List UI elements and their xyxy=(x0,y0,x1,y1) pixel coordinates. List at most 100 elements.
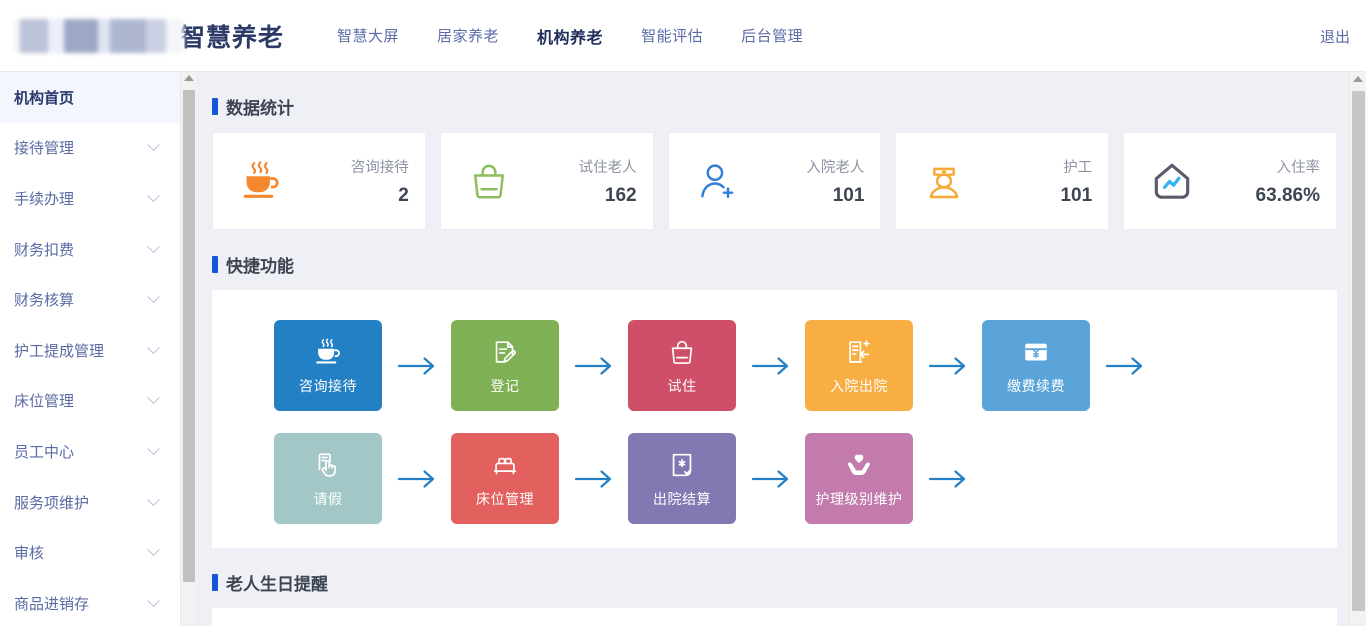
nav-item-smart-assessment[interactable]: 智能评估 xyxy=(622,25,722,46)
quick-tile-0-2[interactable]: 试住 xyxy=(628,320,736,411)
payment-card-icon xyxy=(1021,335,1051,369)
user-add-icon xyxy=(691,155,743,207)
document-edit-icon xyxy=(490,335,520,369)
sidebar-item-9[interactable]: 审核 xyxy=(0,527,180,578)
nav-item-institutional-care[interactable]: 机构养老 xyxy=(518,24,622,48)
scroll-up-arrow-icon[interactable] xyxy=(1353,76,1363,82)
quick-tile-label: 入院出院 xyxy=(830,378,888,394)
stat-card-2[interactable]: 入院老人 101 xyxy=(667,132,882,230)
stats-title-text: 数据统计 xyxy=(226,99,294,118)
coffee-cup-icon xyxy=(313,335,343,369)
app-header: 智慧养老 智慧大屏 居家养老 机构养老 智能评估 后台管理 退出 xyxy=(0,0,1366,72)
receipt-check-icon xyxy=(667,448,697,482)
sidebar-item-10[interactable]: 商品进销存 xyxy=(0,578,180,626)
birthday-section-title: 老人生日提醒 xyxy=(212,570,1349,595)
logo-image-redacted xyxy=(14,18,184,53)
sidebar-item-5[interactable]: 护工提成管理 xyxy=(0,325,180,376)
flow-arrow-right-icon xyxy=(382,469,451,489)
quick-tile-label: 缴费续费 xyxy=(1007,378,1065,394)
chevron-down-icon xyxy=(147,341,160,354)
sidebar-item-1[interactable]: 接待管理 xyxy=(0,123,180,174)
flow-arrow-right-icon xyxy=(736,469,805,489)
sidebar-item-label: 财务扣费 xyxy=(14,241,75,259)
flow-arrow-right-icon xyxy=(559,469,628,489)
stat-card-1[interactable]: 试住老人 162 xyxy=(439,132,654,230)
quick-tile-0-4[interactable]: 缴费续费 xyxy=(982,320,1090,411)
sidebar-scroll-thumb[interactable] xyxy=(183,90,195,582)
quick-function-panel: 咨询接待 登记 试住 入院出院 缴费续费 请假 床位管理 出院结算 护理级别维护 xyxy=(212,290,1337,548)
sidebar-item-3[interactable]: 财务扣费 xyxy=(0,224,180,275)
quick-title-text: 快捷功能 xyxy=(226,257,294,276)
chevron-down-icon xyxy=(147,290,160,304)
bed-icon xyxy=(490,448,520,482)
sidebar-item-label: 服务项维护 xyxy=(14,494,90,512)
chevron-down-icon xyxy=(147,492,160,506)
stat-label: 咨询接待 xyxy=(350,159,409,176)
nav-item-smart-screen[interactable]: 智慧大屏 xyxy=(318,25,418,46)
stats-section-title: 数据统计 xyxy=(212,94,1349,119)
sidebar-item-label: 接待管理 xyxy=(14,140,75,158)
flow-arrow-right-icon xyxy=(913,356,982,376)
primary-nav: 智慧大屏 居家养老 机构养老 智能评估 后台管理 xyxy=(318,24,822,48)
stat-value: 162 xyxy=(604,184,637,206)
page-scrollbar[interactable] xyxy=(1349,72,1366,626)
logout-button[interactable]: 退出 xyxy=(1320,26,1350,47)
chevron-down-icon xyxy=(147,442,160,455)
nav-item-home-care[interactable]: 居家养老 xyxy=(418,25,518,46)
quick-tile-label: 请假 xyxy=(313,491,343,507)
brand-logo[interactable]: 智慧养老 xyxy=(14,18,284,54)
chevron-down-icon xyxy=(147,594,160,607)
stat-label: 试住老人 xyxy=(578,159,637,176)
birthday-title-text: 老人生日提醒 xyxy=(226,575,328,594)
sidebar-item-2[interactable]: 手续办理 xyxy=(0,173,180,224)
stat-text: 试住老人 162 xyxy=(579,156,637,207)
chevron-down-icon xyxy=(147,138,160,152)
sidebar-item-label: 员工中心 xyxy=(14,443,75,461)
stat-value: 101 xyxy=(1060,184,1093,206)
quick-row-1: 请假 床位管理 出院结算 护理级别维护 xyxy=(212,433,1337,524)
stat-card-3[interactable]: 护工 101 xyxy=(895,132,1110,230)
stat-text: 护工 101 xyxy=(1060,156,1092,207)
title-accent-bar xyxy=(212,574,218,591)
quick-tile-1-3[interactable]: 护理级别维护 xyxy=(805,433,913,524)
flow-arrow-right-icon xyxy=(913,469,982,489)
handbag-icon xyxy=(463,155,515,207)
title-accent-bar xyxy=(212,98,218,115)
title-accent-bar xyxy=(212,256,218,273)
quick-tile-label: 出院结算 xyxy=(653,491,711,507)
quick-tile-label: 护理级别维护 xyxy=(815,491,903,507)
sidebar-item-4[interactable]: 财务核算 xyxy=(0,274,180,325)
quick-tile-1-1[interactable]: 床位管理 xyxy=(451,433,559,524)
nav-item-admin[interactable]: 后台管理 xyxy=(722,25,822,46)
chevron-down-icon xyxy=(147,239,160,253)
scroll-up-arrow-icon[interactable] xyxy=(183,75,194,81)
stat-label: 入住率 xyxy=(1276,159,1320,176)
sidebar-item-8[interactable]: 服务项维护 xyxy=(0,477,180,528)
stat-value: 63.86% xyxy=(1255,184,1320,206)
stat-card-0[interactable]: 咨询接待 2 xyxy=(212,132,426,230)
sidebar-item-label: 床位管理 xyxy=(14,393,75,411)
quick-tile-0-3[interactable]: 入院出院 xyxy=(805,320,913,411)
stat-card-4[interactable]: 入住率 63.86% xyxy=(1123,132,1337,230)
quick-tile-0-1[interactable]: 登记 xyxy=(451,320,559,411)
sidebar-scrollbar[interactable] xyxy=(180,72,196,626)
main-content: 数据统计 咨询接待 2 试住老人 162 入院老人 101 护工 101 入住率… xyxy=(197,72,1349,626)
page-scroll-thumb[interactable] xyxy=(1352,91,1365,611)
coffee-cup-icon xyxy=(235,155,287,207)
flow-arrow-right-icon xyxy=(736,356,805,376)
quick-tile-1-2[interactable]: 出院结算 xyxy=(628,433,736,524)
quick-row-0: 咨询接待 登记 试住 入院出院 缴费续费 xyxy=(212,320,1337,411)
sidebar-item-6[interactable]: 床位管理 xyxy=(0,376,180,427)
quick-tile-1-0[interactable]: 请假 xyxy=(274,433,382,524)
sidebar-item-0[interactable]: 机构首页 xyxy=(0,72,180,123)
stat-label: 入院老人 xyxy=(806,159,865,176)
sidebar-item-7[interactable]: 员工中心 xyxy=(0,426,180,477)
quick-tile-label: 咨询接待 xyxy=(299,378,357,394)
sidebar-item-label: 财务核算 xyxy=(14,292,75,310)
logo-text: 智慧养老 xyxy=(180,23,285,52)
quick-section-title: 快捷功能 xyxy=(212,252,1349,277)
sidebar-item-label: 机构首页 xyxy=(14,89,75,107)
quick-tile-0-0[interactable]: 咨询接待 xyxy=(274,320,382,411)
sidebar-item-label: 手续办理 xyxy=(14,190,75,208)
chevron-down-icon xyxy=(147,543,160,557)
